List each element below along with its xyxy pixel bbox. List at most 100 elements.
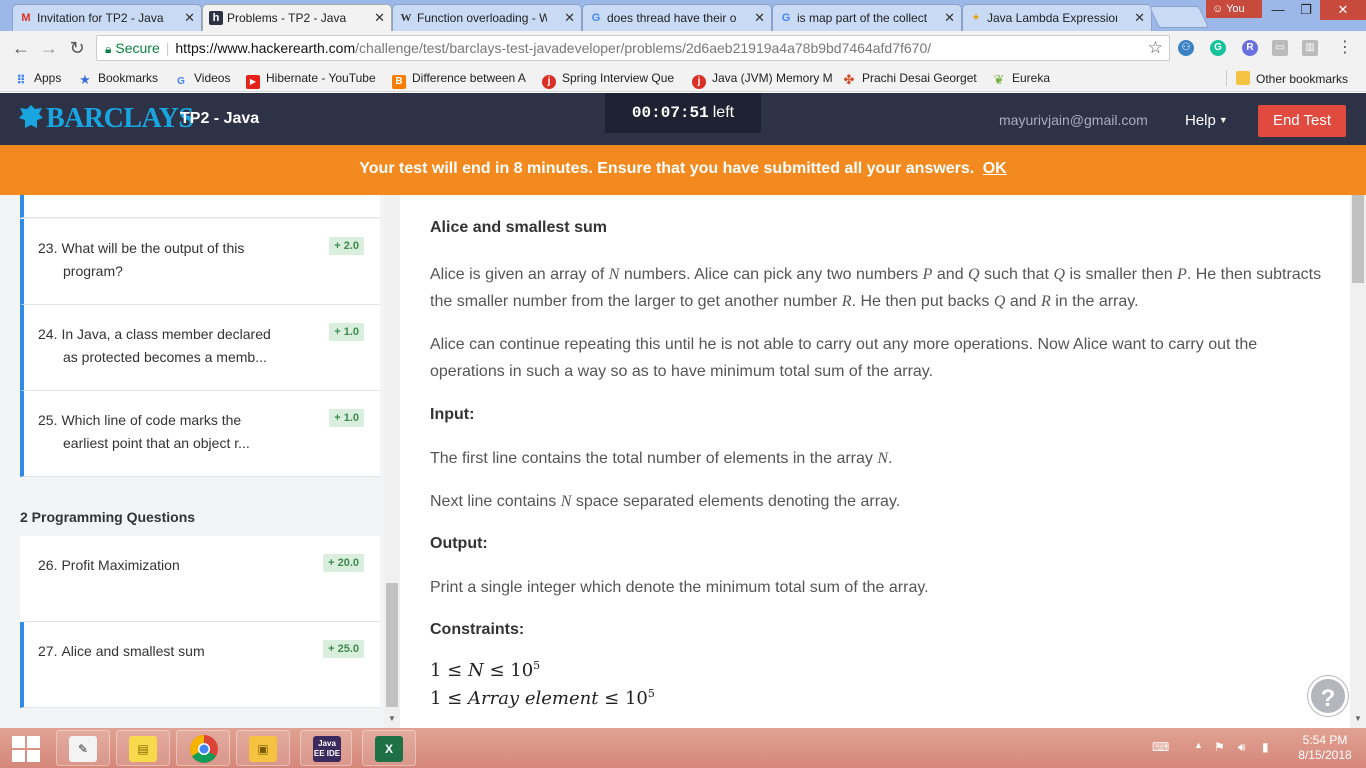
barclays-logo: BARCLAYS bbox=[18, 103, 194, 135]
back-arrow-icon[interactable]: ← bbox=[10, 37, 32, 59]
extension-gray-icon[interactable]: ▭ bbox=[1272, 40, 1288, 56]
browser-menu-icon[interactable]: ⋮ bbox=[1334, 37, 1356, 59]
points-badge: + 1.0 bbox=[329, 323, 364, 341]
output-text: Print a single integer which denote the … bbox=[430, 579, 929, 596]
problem-paragraph-1: Alice is given an array of N numbers. Al… bbox=[430, 266, 1322, 310]
google-icon: G bbox=[591, 12, 601, 24]
star-icon: ★ bbox=[79, 72, 91, 87]
points-badge: + 25.0 bbox=[323, 640, 364, 658]
keyboard-icon[interactable]: ⌨ bbox=[1152, 740, 1169, 754]
chrome-app-icon[interactable] bbox=[176, 730, 230, 766]
banner-ok-link[interactable]: OK bbox=[983, 160, 1007, 177]
programming-section-title: 2 Programming Questions bbox=[20, 509, 196, 525]
file-explorer-app-icon[interactable]: ▣ bbox=[236, 730, 290, 766]
forward-arrow-icon[interactable]: → bbox=[38, 37, 60, 59]
new-tab-button[interactable] bbox=[1148, 6, 1210, 28]
apps-grid-icon: ⠿ bbox=[16, 73, 26, 87]
problem-paragraph-2: Alice can continue repeating this until … bbox=[430, 336, 1258, 380]
close-tab-icon[interactable]: ✕ bbox=[754, 10, 765, 26]
close-tab-icon[interactable]: ✕ bbox=[564, 10, 575, 26]
system-clock[interactable]: 5:54 PM 8/15/2018 bbox=[1290, 733, 1360, 763]
time-warning-banner: Your test will end in 8 minutes. Ensure … bbox=[0, 145, 1366, 195]
windows-taskbar: ✎ ▤ ▣ Java EE IDE X ⌨ ▲ ⚑ 🔊︎ ▮ 5:54 PM 8/… bbox=[0, 728, 1366, 768]
bookmark-apps[interactable]: ⠿ Apps bbox=[14, 71, 61, 87]
browser-tab-gmail[interactable]: M Invitation for TP2 - Java L ✕ bbox=[12, 4, 202, 31]
end-test-button[interactable]: End Test bbox=[1258, 105, 1346, 137]
bookmark-eureka[interactable]: ❦ Eureka bbox=[992, 71, 1050, 87]
problem-statement: Alice and smallest sum Alice is given an… bbox=[400, 195, 1350, 728]
question-item-26[interactable]: 26. Profit Maximization + 20.0 bbox=[20, 536, 380, 622]
question-item[interactable] bbox=[20, 195, 380, 218]
close-tab-icon[interactable]: ✕ bbox=[374, 10, 385, 26]
content-scrollbar[interactable]: ▼ bbox=[1350, 195, 1366, 728]
help-question-button[interactable]: ? bbox=[1308, 676, 1348, 716]
content-scroll-thumb[interactable] bbox=[1352, 195, 1364, 283]
bookmark-jvm-memory[interactable]: j Java (JVM) Memory M bbox=[692, 71, 833, 89]
notepad-app-icon[interactable]: ✎ bbox=[56, 730, 110, 766]
leaf-icon: ❦ bbox=[993, 72, 1005, 87]
sidebar-scrollbar[interactable]: ▼ bbox=[384, 195, 400, 728]
bookmark-bookmarks[interactable]: ★ Bookmarks bbox=[78, 71, 158, 87]
close-tab-icon[interactable]: ✕ bbox=[184, 10, 195, 26]
extension-r-icon[interactable]: R bbox=[1242, 40, 1258, 56]
browser-tab-problems[interactable]: h Problems - TP2 - Java ✕ bbox=[202, 4, 392, 32]
grammarly-icon[interactable]: G bbox=[1210, 40, 1226, 56]
reload-icon[interactable]: ↻ bbox=[66, 37, 88, 59]
app-header: BARCLAYS TP2 - Java 00:07:51 left mayuriv… bbox=[0, 93, 1366, 145]
volume-icon[interactable]: 🔊︎ bbox=[1238, 740, 1246, 755]
points-badge: + 2.0 bbox=[329, 237, 364, 255]
profile-button[interactable]: ☺ You bbox=[1206, 0, 1262, 18]
youtube-icon: ▶ bbox=[246, 75, 260, 89]
input-heading: Input: bbox=[430, 406, 475, 423]
bookmark-prachi-desai[interactable]: ✤ Prachi Desai Georget bbox=[842, 71, 977, 87]
bookmark-star-icon[interactable]: ☆ bbox=[1148, 36, 1163, 60]
extension-chart-icon[interactable]: ▥ bbox=[1302, 40, 1318, 56]
bookmark-spring-interview[interactable]: j Spring Interview Que bbox=[542, 71, 674, 89]
sticky-notes-app-icon[interactable]: ▤ bbox=[116, 730, 170, 766]
scroll-down-arrow-icon[interactable]: ▼ bbox=[384, 712, 400, 726]
browser-tab-google-thread[interactable]: G does thread have their o ✕ bbox=[582, 4, 772, 31]
profile-icon: ☺ bbox=[1212, 3, 1227, 15]
start-button[interactable] bbox=[0, 730, 54, 766]
caret-down-icon: ▼ bbox=[1218, 115, 1228, 125]
network-icon[interactable]: ⚑ bbox=[1214, 740, 1225, 754]
bookmarks-bar: ⠿ Apps ★ Bookmarks G Videos ▶ Hibernate - Yo… bbox=[0, 64, 1366, 92]
close-tab-icon[interactable]: ✕ bbox=[944, 10, 955, 26]
bookmark-difference-between[interactable]: B Difference between A bbox=[392, 71, 526, 89]
java-ee-ide-app-icon[interactable]: Java EE IDE bbox=[300, 730, 352, 766]
javatpoint-icon: j bbox=[692, 75, 706, 89]
constraint-2: 1 ≤ Array element ≤ 105 bbox=[430, 687, 655, 709]
address-bar[interactable]: 🔒︎ Secure | https://www.hackerearth.com/cha… bbox=[96, 35, 1170, 61]
restore-window-button[interactable]: ❐ bbox=[1290, 0, 1322, 20]
gmail-icon: M bbox=[21, 12, 31, 24]
blogger-icon: B bbox=[392, 75, 406, 89]
output-heading: Output: bbox=[430, 535, 488, 552]
pinwheel-icon: ✤ bbox=[843, 72, 855, 87]
help-dropdown[interactable]: Help ▼ bbox=[1185, 112, 1228, 129]
bookmark-hibernate-youtube[interactable]: ▶ Hibernate - YouTube bbox=[246, 71, 376, 89]
close-tab-icon[interactable]: ✕ bbox=[1134, 10, 1145, 26]
sidebar-scroll-thumb[interactable] bbox=[386, 583, 398, 707]
bookmark-videos[interactable]: G Videos bbox=[174, 71, 230, 89]
question-item-25[interactable]: 25. Which line of code marks the earliest … bbox=[20, 391, 380, 477]
question-item-27-active[interactable]: 27. Alice and smallest sum + 25.0 bbox=[20, 622, 380, 708]
javatpoint-icon: ✦ bbox=[971, 12, 981, 24]
browser-tab-lambda[interactable]: ✦ Java Lambda Expression ✕ bbox=[962, 4, 1152, 31]
question-item-23[interactable]: 23. What will be the output of this progra… bbox=[20, 219, 380, 305]
countdown-timer: 00:07:51 left bbox=[605, 93, 761, 133]
scroll-down-arrow-icon[interactable]: ▼ bbox=[1350, 712, 1366, 726]
windows-logo-icon bbox=[12, 736, 40, 762]
eagle-icon bbox=[19, 105, 43, 128]
close-window-button[interactable]: ✕ bbox=[1320, 0, 1366, 20]
show-hidden-icons[interactable]: ▲ bbox=[1194, 740, 1203, 750]
browser-tab-wikipedia[interactable]: W Function overloading - W ✕ bbox=[392, 4, 582, 31]
battery-icon[interactable]: ▮ bbox=[1262, 740, 1269, 754]
google-icon: G bbox=[177, 76, 185, 87]
browser-tab-google-map[interactable]: G is map part of the collect ✕ bbox=[772, 4, 962, 31]
excel-app-icon[interactable]: X bbox=[362, 730, 416, 766]
question-item-24[interactable]: 24. In Java, a class member declared as pr… bbox=[20, 305, 380, 391]
bookmark-other-bookmarks[interactable]: Other bookmarks bbox=[1236, 71, 1348, 86]
test-name: TP2 - Java bbox=[180, 110, 260, 127]
folder-icon bbox=[1236, 71, 1250, 85]
extension-people-icon[interactable]: ⚇ bbox=[1178, 40, 1194, 56]
